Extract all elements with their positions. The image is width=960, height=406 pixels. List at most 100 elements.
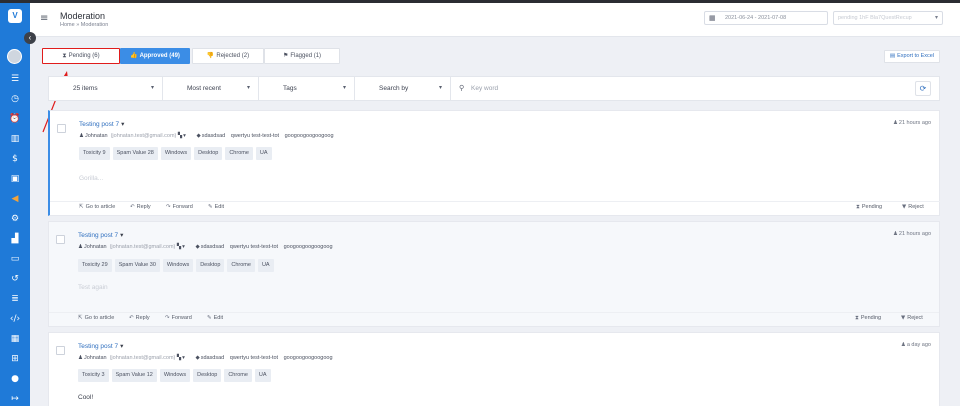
megaphone-icon[interactable]: ◀ [9,193,21,205]
book-icon[interactable]: ▥ [9,133,21,145]
keyword-search-input[interactable]: ⚲ Key word [453,77,903,100]
chevron-down-icon[interactable]: ▾ [182,244,185,250]
export-to-excel-button[interactable]: ▤ Export to Excel [884,50,940,63]
post-tag[interactable]: qwertyu test-test-tot [230,244,278,250]
page-size-select[interactable]: 25 items ▾ [49,77,163,100]
copy-icon[interactable]: ▚ [177,355,181,361]
history-icon[interactable]: ↺ [9,273,21,285]
date-range-picker[interactable]: ▦ 2021-06-24 - 2021-07-08 [704,11,828,25]
reject-button[interactable]: ▼ Reject [901,315,923,321]
action-label: Go to article [84,315,115,321]
post-tag[interactable]: googoogoogoogoog [284,244,333,250]
post-title[interactable]: Testing post 7 ▾ [78,342,123,350]
post-checkbox[interactable] [56,346,65,355]
external-link-icon: ⇱ [78,315,83,321]
export-label: Export to Excel [897,53,935,59]
post-email: (johnatan.test@gmail.com) [109,244,176,250]
post-tag[interactable]: googoogoogoogoog [285,133,334,139]
post-title-text: Testing post 7 [79,121,120,128]
forward-button[interactable]: ↷ Forward [165,315,192,321]
copy-icon[interactable]: ▚ [178,133,182,139]
post-chips: Toxicity 3 Spam Value 12 Windows Desktop Chr… [78,369,274,382]
logout-icon[interactable]: ↦ [9,393,21,405]
country-chip: UA [257,259,274,272]
action-label: Forward [171,315,192,321]
post-tag[interactable]: sdasdsad [201,355,225,361]
gear-icon[interactable]: ⚙ [9,213,21,225]
building-icon[interactable]: ▦ [9,333,21,345]
reply-button[interactable]: ↶ Reply [129,315,150,321]
chat-icon[interactable]: ● [9,373,21,385]
chevron-down-icon[interactable]: ▾ [120,232,123,239]
tab-flagged[interactable]: ⚑ Flagged (1) [264,48,340,64]
post-email: (johnatan.test@gmail.com) [110,133,177,139]
post-tag[interactable]: qwertyu test-test-tot [230,355,278,361]
post-tag[interactable]: googoogoogoogoog [284,355,333,361]
rows-icon[interactable]: ≣ [9,293,21,305]
image-icon[interactable]: ▣ [9,173,21,185]
edit-icon: ✎ [208,204,213,210]
tab-rejected[interactable]: 👎 Rejected (2) [192,48,264,64]
chevron-down-icon[interactable]: ▾ [182,355,185,361]
chart-icon[interactable]: ▟ [9,233,21,245]
go-to-article-button[interactable]: ⇱ Go to article [79,204,115,210]
card-icon[interactable]: ▭ [9,253,21,265]
sitemap-icon[interactable]: ⊞ [9,353,21,365]
chevron-down-icon[interactable]: ▾ [120,343,123,350]
chevron-down-icon: ▾ [934,15,938,21]
tags-select[interactable]: Tags ▾ [259,77,355,100]
source-select[interactable]: pending 1hF Bla7QuestRecup ▾ [833,11,943,25]
search-by-select[interactable]: Search by ▾ [355,77,451,100]
go-to-article-button[interactable]: ⇱ Go to article [78,315,114,321]
tab-label: Pending (6) [68,53,100,59]
header: ≡ Moderation Home » Moderation ▦ 2021-06… [30,3,960,37]
browser-chip: Chrome [225,147,253,160]
chevron-down-icon[interactable]: ▾ [183,133,186,139]
post-time-text: 21 hours ago [898,120,931,126]
tag-icon: ◆ [195,355,200,361]
post-tag[interactable]: sdasdsad [201,244,225,250]
reply-button[interactable]: ↶ Reply [130,204,151,210]
code-icon[interactable]: ‹/› [9,313,21,325]
alarm-icon[interactable]: ⏰ [9,113,21,125]
breadcrumb: Home » Moderation [60,22,109,28]
copy-icon[interactable]: ▚ [177,244,181,250]
clock-icon[interactable]: ◷ [9,93,21,105]
avatar[interactable] [7,49,22,64]
menu-icon[interactable]: ≡ [40,13,48,24]
users-icon: ♟ [892,231,898,237]
user-icon: ♟ [78,355,83,361]
toxicity-chip: Toxicity 9 [79,147,110,160]
post-tag[interactable]: sdasdsad [202,133,226,139]
dollar-icon[interactable]: $ [9,153,21,165]
post-title-text: Testing post 7 [78,232,119,239]
pending-status-button[interactable]: ⧗ Pending [856,204,882,211]
post-actions: ⇱ Go to article ↶ Reply ↷ Forward ✎ Edit ⧗ Pe… [49,312,939,326]
chevron-down-icon[interactable]: ▾ [121,121,124,128]
page-title: Moderation [60,11,106,21]
post-checkbox[interactable] [56,235,65,244]
country-chip: UA [254,369,271,382]
edit-button[interactable]: ✎ Edit [207,315,223,321]
sort-select[interactable]: Most recent ▾ [163,77,259,100]
reject-button[interactable]: ▼ Reject [902,204,924,210]
reply-icon: ↶ [129,315,134,321]
post-checkbox[interactable] [57,124,66,133]
chevron-down-icon: ▾ [438,85,442,91]
forward-button[interactable]: ↷ Forward [166,204,193,210]
post-meta: ♟Johnatan (johnatan.test@gmail.com) ▚▾ ◆s… [78,355,333,361]
post-tag[interactable]: qwertyu test-test-tot [231,133,279,139]
list-icon[interactable]: ☰ [9,73,21,85]
filter-bar: 25 items ▾ Most recent ▾ Tags ▾ Search b… [48,76,940,101]
sidebar-toggle-button[interactable]: ‹ [24,32,36,44]
post-card: Testing post 7 ▾ ♟Johnatan (johnatan.test@… [48,110,940,216]
chevron-down-icon: ▾ [150,85,154,91]
post-title[interactable]: Testing post 7 ▾ [79,120,124,128]
edit-button[interactable]: ✎ Edit [208,204,224,210]
pending-status-button[interactable]: ⧗ Pending [855,315,881,322]
refresh-button[interactable]: ⟳ [915,81,931,96]
tag-icon: ◆ [195,244,200,250]
tab-approved[interactable]: 👍 Approved (49) [120,48,190,64]
post-title[interactable]: Testing post 7 ▾ [78,231,123,239]
sort-value: Most recent [187,85,221,92]
